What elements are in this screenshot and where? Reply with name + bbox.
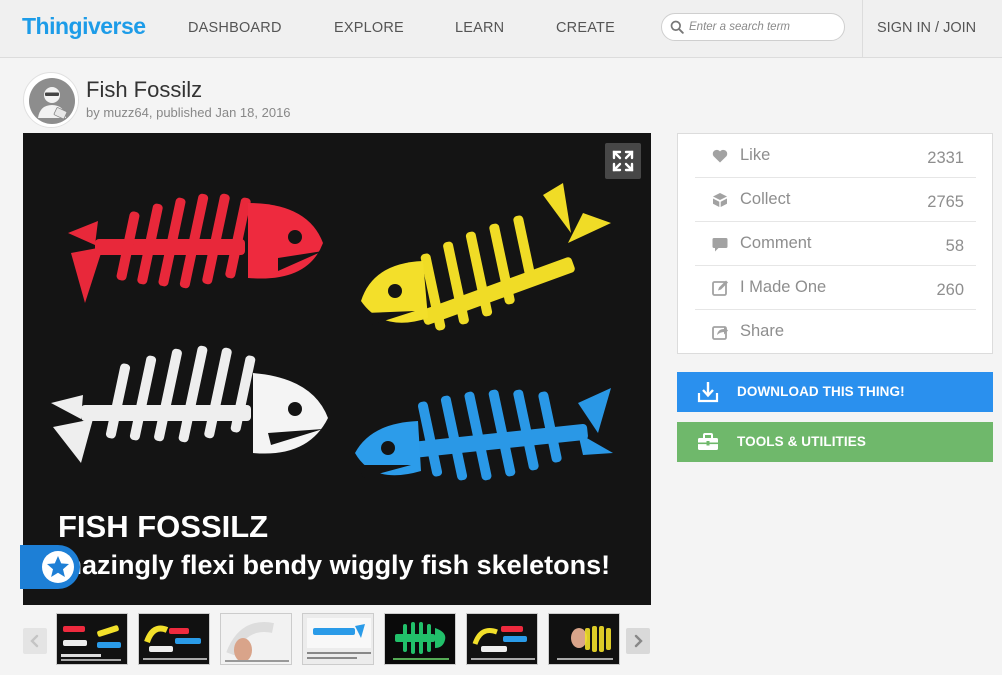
user-avatar-icon xyxy=(25,74,78,127)
thumbnail-prev-button[interactable] xyxy=(23,628,47,654)
signin-join-link[interactable]: SIGN IN / JOIN xyxy=(877,20,976,36)
thumbnail-image xyxy=(385,614,455,664)
thing-stats-panel: Like 2331 Collect 2765 Comment 58 I Made… xyxy=(677,133,993,354)
download-icon xyxy=(697,382,719,403)
star-icon xyxy=(47,556,69,577)
comment-button[interactable]: Comment 58 xyxy=(695,222,976,266)
fullscreen-expand-button[interactable] xyxy=(605,143,641,179)
chevron-right-icon xyxy=(634,634,643,648)
nav-dashboard[interactable]: DASHBOARD xyxy=(188,20,282,36)
i-made-one-count: 260 xyxy=(936,281,964,299)
chevron-left-icon xyxy=(30,634,39,648)
signin-area: SIGN IN / JOIN xyxy=(862,0,1002,58)
thumbnail-image xyxy=(303,614,373,664)
search-input[interactable] xyxy=(689,18,839,36)
badge-circle xyxy=(42,551,74,583)
like-label: Like xyxy=(740,146,771,164)
i-made-one-button[interactable]: I Made One 260 xyxy=(695,266,976,310)
download-button[interactable]: DOWNLOAD THIS THING! xyxy=(677,372,993,412)
thing-byline[interactable]: by muzz64, published Jan 18, 2016 xyxy=(86,105,291,120)
thingiverse-logo[interactable]: Thingiverse xyxy=(22,13,146,40)
collect-icon xyxy=(713,193,727,207)
collect-label: Collect xyxy=(740,190,791,208)
nav-create[interactable]: CREATE xyxy=(556,20,615,36)
expand-icon xyxy=(612,150,634,172)
share-button[interactable]: Share xyxy=(695,310,976,354)
comment-count: 58 xyxy=(945,237,964,255)
main-thing-image[interactable]: FISH FOSSILZ mazingly flexi bendy wiggly… xyxy=(23,133,651,605)
collect-count: 2765 xyxy=(927,193,964,211)
share-icon xyxy=(712,326,728,340)
thing-title: Fish Fossilz xyxy=(86,77,203,102)
comment-label: Comment xyxy=(740,234,812,252)
thumbnail-6[interactable] xyxy=(466,613,538,665)
top-navigation-bar: Thingiverse DASHBOARD EXPLORE LEARN CREA… xyxy=(0,0,1002,58)
toolbox-icon xyxy=(698,433,718,450)
thumbnail-4[interactable] xyxy=(302,613,374,665)
thumbnail-image xyxy=(139,614,209,664)
like-count: 2331 xyxy=(927,149,964,167)
thumbnail-image xyxy=(467,614,537,664)
thumbnail-2[interactable] xyxy=(138,613,210,665)
creator-avatar[interactable] xyxy=(23,72,79,128)
thumbnail-image xyxy=(221,614,291,664)
made-one-icon xyxy=(712,280,728,296)
download-label: DOWNLOAD THIS THING! xyxy=(737,384,905,399)
nav-learn[interactable]: LEARN xyxy=(455,20,504,36)
thumbnail-image xyxy=(549,614,619,664)
image-caption-title: FISH FOSSILZ xyxy=(58,509,269,544)
nav-explore[interactable]: EXPLORE xyxy=(334,20,404,36)
share-label: Share xyxy=(740,322,785,340)
tools-label: TOOLS & UTILITIES xyxy=(737,434,866,449)
search-icon[interactable] xyxy=(670,20,684,34)
thumbnail-next-button[interactable] xyxy=(626,628,650,654)
thumbnail-image xyxy=(57,614,127,664)
collect-button[interactable]: Collect 2765 xyxy=(695,178,976,222)
featured-badge-button[interactable] xyxy=(20,545,80,589)
i-made-one-label: I Made One xyxy=(740,278,827,296)
comment-icon xyxy=(712,238,728,252)
search-box[interactable] xyxy=(661,13,845,41)
image-caption-subtitle: mazingly flexi bendy wiggly fish skeleto… xyxy=(58,550,611,580)
tools-utilities-button[interactable]: TOOLS & UTILITIES xyxy=(677,422,993,462)
thumbnail-1[interactable] xyxy=(56,613,128,665)
thumbnail-3[interactable] xyxy=(220,613,292,665)
heart-icon xyxy=(712,149,728,163)
thumbnail-7[interactable] xyxy=(548,613,620,665)
like-button[interactable]: Like 2331 xyxy=(695,134,976,178)
thumbnail-5[interactable] xyxy=(384,613,456,665)
